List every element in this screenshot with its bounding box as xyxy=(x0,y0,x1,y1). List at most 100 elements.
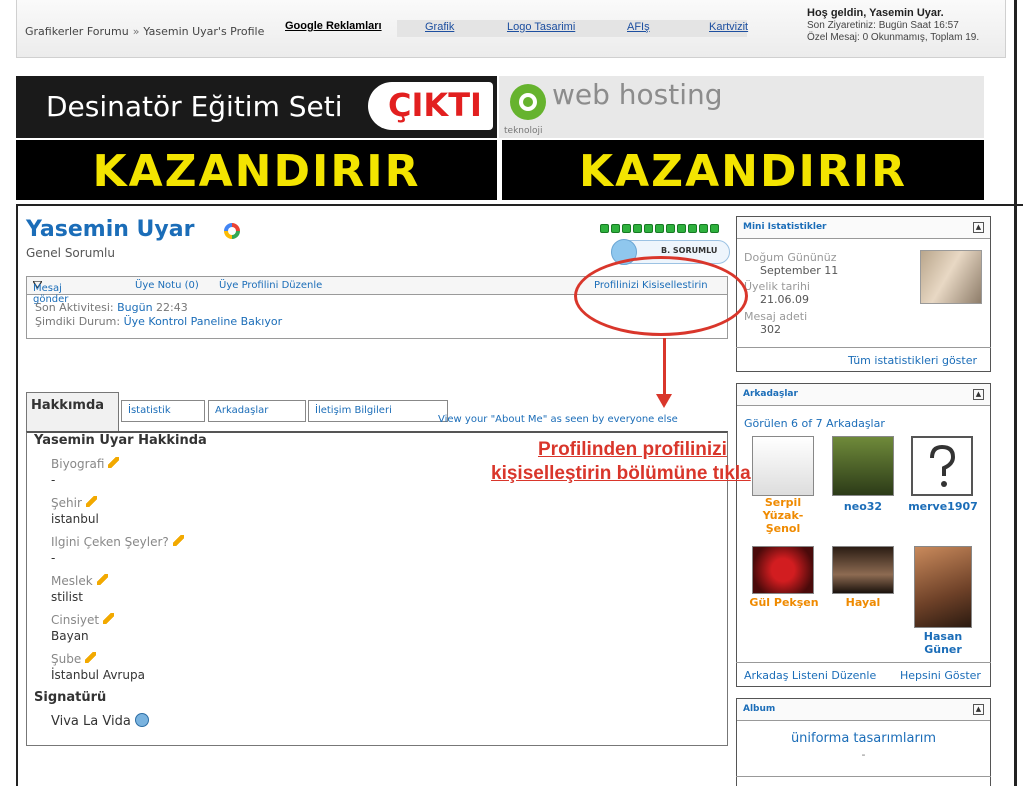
friend-name-serpil[interactable]: Serpil Yüzak-Şenol xyxy=(748,496,818,535)
birthday-label: Doğum Gününüz xyxy=(744,251,837,264)
breadcrumb-current: Yasemin Uyar's Profile xyxy=(143,25,265,38)
collapse-icon[interactable]: ▲ xyxy=(973,704,984,715)
reputation-dots xyxy=(600,222,721,236)
field-label-occupation: Meslek xyxy=(51,574,108,588)
annotation-line2: kişiselleştirin bölümüne tıkla xyxy=(491,463,751,484)
edit-friends-link[interactable]: Arkadaş Listeni Düzenle xyxy=(744,669,876,682)
field-label-interests: Ilgini Çeken Şeyler? xyxy=(51,535,184,549)
last-activity-label: Son Aktivitesi: xyxy=(35,301,114,314)
tab-about-me-label: Hakkımda xyxy=(31,398,105,413)
collapse-icon[interactable]: ▲ xyxy=(973,222,984,233)
member-note-link[interactable]: Üye Notu (0) xyxy=(135,280,199,291)
question-mark-icon xyxy=(930,444,956,487)
field-label-biography: Biyografi xyxy=(51,457,120,471)
friend-avatar-hayal[interactable] xyxy=(832,546,894,594)
profile-user-title: Genel Sorumlu xyxy=(26,246,115,260)
post-count-label: Mesaj adeti xyxy=(744,310,808,323)
post-count-value: 302 xyxy=(760,323,781,336)
show-all-friends-link[interactable]: Hepsini Göster xyxy=(900,669,981,682)
field-value-branch: İstanbul Avrupa xyxy=(51,668,145,682)
ad-badge: ÇIKTI xyxy=(388,86,482,124)
edit-profile-link[interactable]: Üye Profilini Düzenle xyxy=(219,280,322,291)
view-about-me-link[interactable]: View your "About Me" as seen by everyone… xyxy=(438,414,678,425)
tab-statistics-label: İstatistik xyxy=(128,405,171,416)
private-message-status[interactable]: Özel Mesaj: 0 Okunmamış, Toplam 19. xyxy=(807,32,979,44)
birthday-value: September 11 xyxy=(760,264,839,277)
welcome-title: Hoş geldin, Yasemin Uyar. xyxy=(807,7,944,19)
friend-avatar-neo32[interactable] xyxy=(832,436,894,496)
current-status-label: Şimdiki Durum: xyxy=(35,315,121,328)
last-visit-text: Son Ziyaretiniz: Bugün Saat 16:57 xyxy=(807,20,959,31)
field-value-gender: Bayan xyxy=(51,629,89,643)
about-heading: Yasemin Uyar Hakkinda xyxy=(34,433,207,448)
friend-name-hasan[interactable]: Hasan Güner xyxy=(914,630,972,656)
tab-contact-info-label: İletişim Bilgileri xyxy=(315,405,392,416)
signature-heading: Signatürü xyxy=(34,690,107,705)
tab-friends-label: Arkadaşlar xyxy=(215,405,269,416)
nav-link-grafik[interactable]: Grafik xyxy=(425,21,454,33)
mini-stats-divider xyxy=(736,347,991,348)
field-label-gender: Cinsiyet xyxy=(51,613,115,627)
friends-divider xyxy=(736,662,991,663)
smiley-icon xyxy=(134,713,149,727)
google-ads-link[interactable]: Google Reklamları xyxy=(285,20,382,32)
pencil-icon[interactable] xyxy=(103,613,115,624)
annotation-arrow-line xyxy=(663,338,666,398)
pencil-icon[interactable] xyxy=(172,535,184,546)
nav-link-logo[interactable]: Logo Tasarimi xyxy=(507,21,575,33)
ad-right-subtext: teknoloji xyxy=(504,126,543,136)
nav-link-afis[interactable]: AFIş xyxy=(627,21,650,33)
album-subtext: - xyxy=(861,748,866,761)
welcome-panel: Hoş geldin, Yasemin Uyar. Son Ziyaretini… xyxy=(807,7,979,44)
breadcrumb: Grafikerler Forumu» Yasemin Uyar's Profil… xyxy=(25,25,264,38)
ad-banner[interactable]: Desinatör Eğitim Seti ÇIKTI web hosting … xyxy=(16,76,984,200)
tab-statistics[interactable]: İstatistik xyxy=(121,400,205,422)
ad-kazandirir-left-text: KAZANDIRIR xyxy=(92,146,421,197)
top-navbar: Grafikerler Forumu» Yasemin Uyar's Profil… xyxy=(16,0,1006,58)
award-badge-text: B. SORUMLU xyxy=(661,246,718,255)
ad-links-bar: Grafik Logo Tasarimi AFIş Kartvizit xyxy=(397,20,748,37)
join-date-value: 21.06.09 xyxy=(760,293,809,306)
pencil-icon[interactable] xyxy=(96,574,108,585)
friend-name-gul[interactable]: Gül Pekşen xyxy=(746,596,822,609)
friend-name-merve1907[interactable]: merve1907 xyxy=(903,500,983,513)
highlight-ellipse xyxy=(574,256,748,336)
friends-shown-count: Görülen 6 of 7 Arkadaşlar xyxy=(744,417,885,430)
pencil-icon[interactable] xyxy=(85,496,97,507)
ad-kazandirir-right-text: KAZANDIRIR xyxy=(579,146,907,197)
field-value-interests: - xyxy=(51,551,56,565)
friend-avatar-merve1907[interactable] xyxy=(911,436,973,496)
breadcrumb-separator: » xyxy=(132,25,140,38)
friend-name-hayal[interactable]: Hayal xyxy=(832,596,894,609)
friend-avatar-serpil[interactable] xyxy=(752,436,814,496)
tab-friends[interactable]: Arkadaşlar xyxy=(208,400,306,422)
friend-avatar-gul[interactable] xyxy=(752,546,814,594)
collapse-icon[interactable]: ▲ xyxy=(973,389,984,400)
friends-title: Arkadaşlar xyxy=(743,389,798,399)
ad-right-text: web hosting xyxy=(552,78,723,111)
tab-about-me[interactable]: Hakkımda xyxy=(26,392,119,432)
nav-link-kartvizit[interactable]: Kartvizit xyxy=(709,21,748,33)
current-status-value[interactable]: Üye Kontrol Paneline Bakıyor xyxy=(124,315,283,328)
send-message-button[interactable]: Mesaj gönder xyxy=(31,280,68,305)
show-all-stats-link[interactable]: Tüm istatistikleri göster xyxy=(848,354,977,367)
annotation-line1: Profilinden profilinizi xyxy=(538,439,727,460)
ad-kazandirir-left: KAZANDIRIR xyxy=(16,140,497,200)
hosting-logo-icon xyxy=(510,84,546,120)
tab-contact-info[interactable]: İletişim Bilgileri xyxy=(308,400,448,422)
pencil-icon[interactable] xyxy=(108,457,120,468)
friend-name-neo32[interactable]: neo32 xyxy=(832,500,894,513)
avatar xyxy=(920,250,982,304)
field-value-city: istanbul xyxy=(51,512,99,526)
album-link[interactable]: üniforma tasarımlarım xyxy=(736,731,991,746)
google-g-icon xyxy=(224,223,240,239)
album-divider xyxy=(736,776,991,777)
last-activity-value: Bugün xyxy=(117,301,153,314)
album-title: Album xyxy=(743,704,776,714)
breadcrumb-forum-link[interactable]: Grafikerler Forumu xyxy=(25,25,129,38)
pencil-icon[interactable] xyxy=(85,652,97,663)
annotation-arrow-head xyxy=(656,394,672,408)
profile-name: Yasemin Uyar xyxy=(26,217,195,242)
friend-avatar-hasan[interactable] xyxy=(914,546,972,628)
ad-left-text: Desinatör Eğitim Seti xyxy=(46,90,343,123)
